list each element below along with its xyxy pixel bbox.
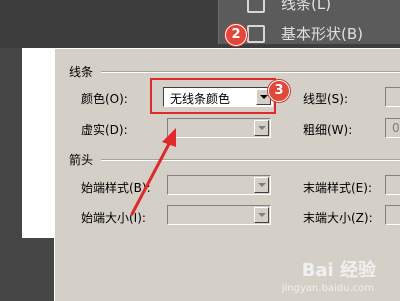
style-dropdown[interactable] <box>385 87 400 107</box>
dash-label: 虚实(D): <box>81 123 128 137</box>
menu-item-line-label: 线条(L) <box>281 0 332 13</box>
watermark-url: jingyan.baidu.com <box>281 283 374 294</box>
weight-value: 0. <box>392 121 400 135</box>
highlight-box <box>150 78 276 114</box>
line-group-divider <box>101 71 400 73</box>
chevron-down-icon[interactable] <box>254 120 269 136</box>
begin-style-dropdown[interactable] <box>167 175 271 195</box>
weight-label: 粗细(W): <box>303 123 353 137</box>
dash-dropdown[interactable] <box>167 118 271 138</box>
chevron-down-icon[interactable] <box>254 177 269 193</box>
line-icon <box>247 0 265 13</box>
document-background <box>22 48 54 238</box>
step-badge-2: 2 <box>225 24 247 46</box>
end-style-dropdown[interactable] <box>385 175 400 195</box>
color-label: 颜色(O): <box>81 92 128 106</box>
menu-item-basic-shape-label: 基本形状(B) <box>281 25 363 43</box>
end-size-label: 末端大小(Z): <box>303 211 373 225</box>
menu-item-line[interactable]: 线条(L) <box>219 0 400 14</box>
step-badge-3: 3 <box>268 80 290 102</box>
end-size-dropdown[interactable] <box>385 205 400 225</box>
end-style-label: 末端样式(E): <box>303 181 372 195</box>
arrow-group-title: 箭头 <box>69 151 98 168</box>
shape-icon <box>247 25 265 43</box>
baidu-jingyan-logo: Bai 经验 <box>301 260 376 281</box>
dark-margin <box>0 238 60 300</box>
line-group-title: 线条 <box>69 63 98 80</box>
begin-size-label: 始端大小(I): <box>81 211 146 225</box>
weight-spinner[interactable]: 0. <box>385 118 400 138</box>
arrow-group-divider <box>101 159 400 161</box>
begin-style-label: 始端样式(B): <box>81 181 151 195</box>
begin-size-dropdown[interactable] <box>167 205 271 225</box>
chevron-down-icon[interactable] <box>254 207 269 223</box>
style-label: 线型(S): <box>303 92 349 106</box>
